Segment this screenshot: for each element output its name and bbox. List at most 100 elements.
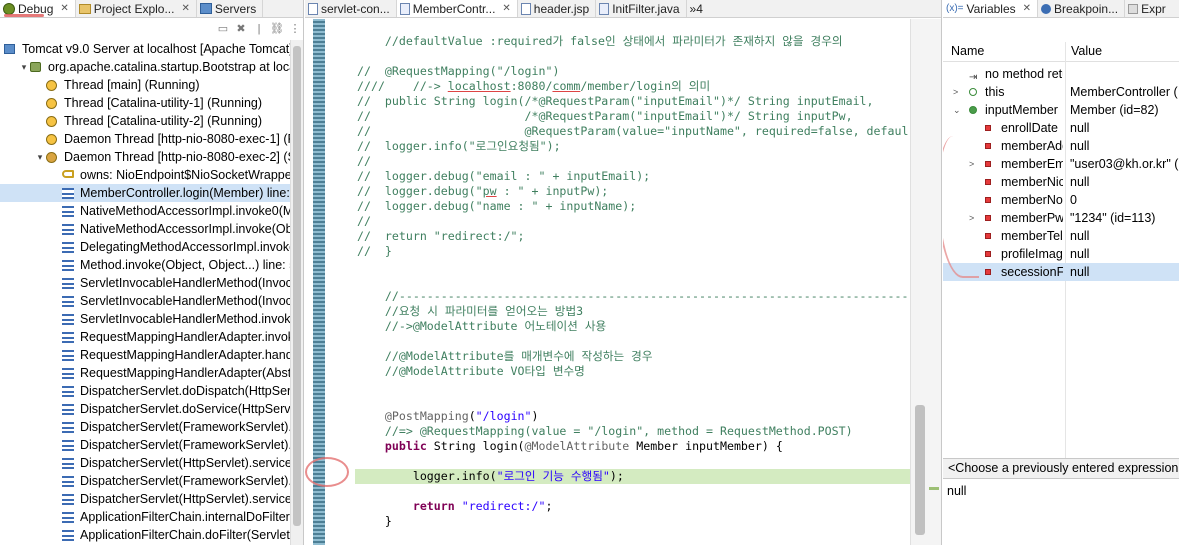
- current-line-marker[interactable]: [929, 487, 939, 490]
- stack-frame-row[interactable]: RequestMappingHandlerAdapter.handleI: [0, 346, 291, 364]
- debug-tree-row[interactable]: Thread [Catalina-utility-2] (Running): [0, 112, 291, 130]
- code-line[interactable]: 94// @RequestMapping("/login"): [355, 64, 911, 79]
- stack-frame-row[interactable]: DelegatingMethodAccessorImpl.invoke(C: [0, 238, 291, 256]
- code-line[interactable]: 101// logger.debug("email : " + inputEma…: [355, 169, 911, 184]
- stack-frame-row[interactable]: DispatcherServlet.doDispatch(HttpServle: [0, 382, 291, 400]
- tab-member-controller[interactable]: MemberContr... ✕: [396, 0, 518, 17]
- code-line[interactable]: 97// /*@RequestParam("inputEmail")*/ Str…: [355, 109, 911, 124]
- code-line[interactable]: 111 //->@ModelAttribute 어노테이션 사용: [355, 319, 911, 334]
- editor-scrollbar[interactable]: [910, 19, 941, 545]
- tab-header-jsp[interactable]: header.jsp: [518, 0, 597, 17]
- debug-tree-row[interactable]: Thread [main] (Running): [0, 76, 291, 94]
- code-line[interactable]: 105// return "redirect:/";: [355, 229, 911, 244]
- code-line[interactable]: 98// @RequestParam(value="inputName", re…: [355, 124, 911, 139]
- stack-frame-row[interactable]: ServletInvocableHandlerMethod(Invocab: [0, 274, 291, 292]
- code-line[interactable]: 102// logger.debug("pw : " + inputPw);: [355, 184, 911, 199]
- debug-tree-row[interactable]: Tomcat v9.0 Server at localhost [Apache …: [0, 40, 291, 58]
- code-line[interactable]: 96// public String login(/*@RequestParam…: [355, 94, 911, 109]
- code-line[interactable]: 124 }: [355, 514, 911, 529]
- stack-frame-row[interactable]: ServletInvocableHandlerMethod.invokeA: [0, 310, 291, 328]
- debug-tree-row[interactable]: ▾ org.apache.catalina.startup.Bootstrap a…: [0, 58, 291, 76]
- code-line[interactable]: 106// }: [355, 244, 911, 259]
- stack-frame-row[interactable]: RequestMappingHandlerAdapter.invokeH: [0, 328, 291, 346]
- variable-row[interactable]: > this MemberController (: [943, 83, 1179, 101]
- tab-servers[interactable]: Servers: [197, 0, 264, 17]
- tab-breakpoints[interactable]: Breakpoin...: [1038, 0, 1126, 17]
- code-line[interactable]: 95//// //-> localhost:8080/comm/member/l…: [355, 79, 911, 94]
- code-line[interactable]: 120: [355, 454, 911, 469]
- code-line[interactable]: 110 //요청 시 파라미터를 얻어오는 방법3: [355, 304, 911, 319]
- code-line[interactable]: 122: [355, 484, 911, 499]
- remove-all-icon[interactable]: ✖: [234, 23, 248, 35]
- stack-frame-row[interactable]: DispatcherServlet(FrameworkServlet).pro: [0, 418, 291, 436]
- close-icon[interactable]: ✕: [502, 3, 510, 14]
- expression-selector[interactable]: <Choose a previously entered expression>: [943, 458, 1179, 479]
- code-line[interactable]: 117− @PostMapping("/login"): [355, 409, 911, 424]
- close-icon[interactable]: ✕: [181, 3, 189, 14]
- code-line[interactable]: 112: [355, 334, 911, 349]
- link-icon[interactable]: ⛓: [270, 23, 284, 35]
- code-area[interactable]: 9192 //defaultValue :required가 false인 상태…: [355, 19, 911, 545]
- expand-toggle-icon[interactable]: >: [953, 83, 958, 101]
- stack-frame-row[interactable]: ServletInvocableHandlerMethod(Invocab: [0, 292, 291, 310]
- stack-frame-row[interactable]: NativeMethodAccessorImpl.invoke0(Met: [0, 202, 291, 220]
- code-line[interactable]: 103// logger.debug("name : " + inputName…: [355, 199, 911, 214]
- tab-init-filter[interactable]: InitFilter.java: [596, 0, 687, 17]
- expand-toggle-icon[interactable]: ▾: [19, 58, 29, 76]
- code-line[interactable]: 115: [355, 379, 911, 394]
- stack-frame-row[interactable]: DispatcherServlet(HttpServlet).service(S…: [0, 490, 291, 508]
- close-icon[interactable]: ✕: [60, 3, 68, 14]
- variable-row[interactable]: enrollDate null: [943, 119, 1179, 137]
- scrollbar-thumb[interactable]: [915, 405, 925, 535]
- variable-row[interactable]: ⌄ inputMember Member (id=82): [943, 101, 1179, 119]
- view-menu-icon[interactable]: ⋮: [288, 23, 302, 35]
- current-code-line[interactable]: 121➔ logger.info("로그인 기능 수행됨");: [355, 469, 911, 484]
- debug-tree-row[interactable]: owns: NioEndpoint$NioSocketWrapper: [0, 166, 291, 184]
- code-token: }: [357, 514, 392, 528]
- code-line[interactable]: 123 return "redirect:/";: [355, 499, 911, 514]
- column-name-header[interactable]: Name: [951, 44, 984, 58]
- code-line[interactable]: 107: [355, 259, 911, 274]
- code-line[interactable]: 104//: [355, 214, 911, 229]
- scrollbar-thumb[interactable]: [293, 46, 301, 526]
- code-token: // logger.info("로그인요청됨");: [357, 139, 561, 153]
- debug-tree-row[interactable]: ▾ Daemon Thread [http-nio-8080-exec-2] (S…: [0, 148, 291, 166]
- debug-scrollbar[interactable]: [290, 40, 303, 545]
- variable-row[interactable]: ⇥ no method retu: [943, 65, 1179, 83]
- stack-frame-row[interactable]: MemberController.login(Member) line: 1: [0, 184, 291, 202]
- tab-servlet-context[interactable]: servlet-con...: [305, 0, 397, 17]
- stack-frame-row[interactable]: ApplicationFilterChain.doFilter(ServletR…: [0, 526, 291, 544]
- code-line[interactable]: 93: [355, 49, 911, 64]
- tab-project-explorer[interactable]: Project Explo... ✕: [76, 0, 197, 17]
- tab-variables[interactable]: (x)= Variables ✕: [943, 0, 1039, 17]
- column-value-header[interactable]: Value: [1071, 44, 1102, 58]
- code-line[interactable]: 109 //----------------------------------…: [355, 289, 911, 304]
- remove-terminated-icon[interactable]: ▭: [216, 23, 230, 35]
- expand-toggle-icon[interactable]: ▾: [35, 148, 45, 166]
- code-line[interactable]: 113 //@ModelAttribute를 매개변수에 작성하는 경우: [355, 349, 911, 364]
- debug-tree-row[interactable]: Daemon Thread [http-nio-8080-exec-1] (Ru: [0, 130, 291, 148]
- stack-frame-row[interactable]: DispatcherServlet(FrameworkServlet).doF: [0, 436, 291, 454]
- stack-frame-row[interactable]: NativeMethodAccessorImpl.invoke(Objec: [0, 220, 291, 238]
- code-line[interactable]: 125: [355, 529, 911, 544]
- expand-toggle-icon[interactable]: ⌄: [953, 101, 961, 119]
- code-line[interactable]: 100//: [355, 154, 911, 169]
- stack-frame-row[interactable]: DispatcherServlet(FrameworkServlet).serv: [0, 472, 291, 490]
- more-tabs-button[interactable]: »4: [687, 0, 709, 17]
- stack-frame-row[interactable]: ApplicationFilterChain.internalDoFilter(…: [0, 508, 291, 526]
- code-line[interactable]: 118 //=> @RequestMapping(value = "/login…: [355, 424, 911, 439]
- tab-expressions[interactable]: Expr: [1125, 0, 1172, 17]
- code-line[interactable]: 114 //@ModelAttribute VO타입 변수명: [355, 364, 911, 379]
- code-line[interactable]: 116: [355, 394, 911, 409]
- debug-tree-row[interactable]: Thread [Catalina-utility-1] (Running): [0, 94, 291, 112]
- code-line[interactable]: 108: [355, 274, 911, 289]
- stack-frame-row[interactable]: RequestMappingHandlerAdapter(Abstrac: [0, 364, 291, 382]
- code-line[interactable]: 119 public String login(@ModelAttribute …: [355, 439, 911, 454]
- code-line[interactable]: 91: [355, 19, 911, 34]
- code-line[interactable]: 99// logger.info("로그인요청됨");: [355, 139, 911, 154]
- stack-frame-row[interactable]: DispatcherServlet.doService(HttpServletR: [0, 400, 291, 418]
- stack-frame-row[interactable]: Method.invoke(Object, Object...) line: 5…: [0, 256, 291, 274]
- close-icon[interactable]: ✕: [1023, 3, 1031, 14]
- code-line[interactable]: 92 //defaultValue :required가 false인 상태에서…: [355, 34, 911, 49]
- stack-frame-row[interactable]: DispatcherServlet(HttpServlet).service(H…: [0, 454, 291, 472]
